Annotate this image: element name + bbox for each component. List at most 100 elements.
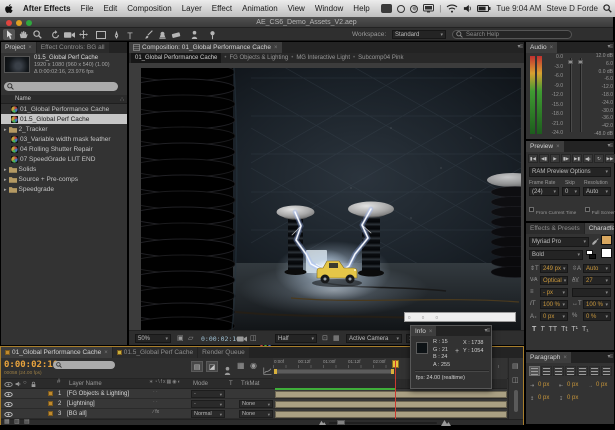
menubar-user[interactable]: Steve D Forde xyxy=(546,4,598,13)
layer-switches[interactable]: · · xyxy=(153,399,158,405)
subscript-button[interactable]: T₁ xyxy=(582,326,589,333)
space-before-value[interactable]: 0 px xyxy=(538,395,549,401)
input-source-icon[interactable] xyxy=(381,4,392,13)
next-frame-button[interactable]: ▮▶ xyxy=(561,154,571,163)
project-row-comp[interactable]: 07 SpeedGrade LUT END xyxy=(1,154,127,164)
tab-paragraph[interactable]: Paragraph xyxy=(526,352,571,363)
magnification-dropdown[interactable]: 50% xyxy=(135,334,171,343)
project-list-header[interactable]: Name ∴ xyxy=(1,95,127,104)
layer-name-header[interactable]: Layer Name xyxy=(69,379,102,389)
layer-name[interactable]: [BG all] xyxy=(67,409,87,419)
tab-project[interactable]: Project xyxy=(1,42,36,53)
stroke-width-dropdown[interactable]: - px xyxy=(540,288,568,297)
horizontal-scale-dropdown[interactable]: 100 % xyxy=(583,300,611,309)
blend-mode-dropdown[interactable]: - xyxy=(191,390,225,398)
viewer-timecode[interactable]: 0:00:02:10 xyxy=(201,335,240,343)
panel-menu-icon[interactable] xyxy=(607,352,612,363)
play-button[interactable]: ▶ xyxy=(550,154,560,163)
zoom-in-mountain-icon[interactable] xyxy=(441,419,451,426)
eye-icon[interactable] xyxy=(4,412,13,417)
viewer-tab[interactable]: Subcomp04 Pink xyxy=(358,55,403,61)
tab-preview[interactable]: Preview xyxy=(526,141,564,152)
previous-frame-button[interactable]: ◀▮ xyxy=(539,154,549,163)
viewer-tab[interactable]: MG Interactive Light xyxy=(296,55,350,61)
font-size-dropdown[interactable]: 249 px xyxy=(540,264,568,273)
justify-last-right-button[interactable] xyxy=(589,366,600,376)
panel-menu-icon[interactable] xyxy=(607,42,612,53)
time-machine-icon[interactable] xyxy=(410,5,418,13)
blend-mode-dropdown[interactable]: - xyxy=(191,400,225,408)
type-tool[interactable]: T xyxy=(124,29,136,40)
work-area-bar[interactable] xyxy=(275,369,393,374)
layer-name[interactable]: [FG Objects & Lighting] xyxy=(67,389,129,399)
frame-rate-dropdown[interactable]: (24) xyxy=(529,187,559,196)
vertical-scale-dropdown[interactable]: 100 % xyxy=(540,300,568,309)
apple-menu-icon[interactable] xyxy=(0,4,18,14)
snapshot-camera-icon[interactable] xyxy=(237,335,247,343)
expander-icon[interactable] xyxy=(4,166,7,173)
tab-timeline-comp1[interactable]: 01_Global Performance Cache xyxy=(1,347,112,358)
work-area-start-handle[interactable] xyxy=(274,369,277,374)
graph-editor-button[interactable] xyxy=(263,362,272,380)
project-flowchart-icon[interactable]: ∴ xyxy=(120,96,124,103)
indent-right-value[interactable]: 0 px xyxy=(567,382,578,388)
comp-button[interactable]: ◫ xyxy=(512,376,519,384)
indent-left-value[interactable]: 0 px xyxy=(538,382,549,388)
tab-composition[interactable]: Composition: 01_Global Performance Cache xyxy=(129,42,282,53)
panel-menu-icon[interactable] xyxy=(517,42,522,53)
composition-viewport-image[interactable] xyxy=(141,68,521,330)
layer-row-3[interactable]: 3 [BG all] ∕ fx Normal None xyxy=(1,409,507,419)
layer-label-color[interactable] xyxy=(48,411,53,416)
audio-toggle-button[interactable] xyxy=(583,154,593,163)
baseline-shift-dropdown[interactable]: 0 px xyxy=(540,312,568,321)
loop-button[interactable]: ↻ xyxy=(594,154,604,163)
layer-switches[interactable]: · · xyxy=(153,389,158,395)
resolution-dropdown[interactable]: Half xyxy=(275,334,317,343)
expander-icon[interactable] xyxy=(4,176,7,183)
menu-effect[interactable]: Effect xyxy=(207,4,237,13)
kerning-dropdown[interactable]: Optical xyxy=(540,276,568,285)
align-center-button[interactable] xyxy=(541,366,552,376)
track-matte-dropdown[interactable]: None xyxy=(239,400,273,408)
menu-view[interactable]: View xyxy=(283,4,310,13)
tab-info[interactable]: Info xyxy=(411,326,436,336)
leading-dropdown[interactable]: Auto xyxy=(583,264,611,273)
project-row-folder[interactable]: 2_Tracker xyxy=(1,124,127,134)
trkmat-header[interactable]: TrkMat xyxy=(241,379,259,389)
shy-layers-button[interactable] xyxy=(223,362,232,380)
space-after-value[interactable]: 0 px xyxy=(567,395,578,401)
audio-level-slider-left[interactable] xyxy=(570,58,571,132)
camera-tool[interactable] xyxy=(63,29,75,40)
stroke-color-none-swatch[interactable] xyxy=(601,248,612,258)
fill-color-swatch[interactable] xyxy=(601,235,612,245)
mode-header[interactable]: Mode xyxy=(193,379,208,389)
workspace-dropdown[interactable]: Standard xyxy=(392,30,446,39)
pan-behind-tool[interactable] xyxy=(77,29,89,40)
project-row-comp[interactable]: 04 Rolling Shutter Repair xyxy=(1,144,127,154)
ram-preview-button[interactable]: ▶▶ xyxy=(605,154,615,163)
expander-icon[interactable] xyxy=(4,126,7,133)
region-of-interest-icon[interactable]: ⊡ xyxy=(322,334,328,342)
menu-layer[interactable]: Layer xyxy=(177,4,207,13)
volume-icon[interactable] xyxy=(463,4,472,13)
menu-after-effects[interactable]: After Effects xyxy=(18,4,76,13)
menu-animation[interactable]: Animation xyxy=(237,4,283,13)
tab-render-queue[interactable]: Render Queue xyxy=(198,347,249,358)
timeline-search-field[interactable] xyxy=(53,361,115,369)
tab-effects-presets[interactable]: Effects & Presets xyxy=(526,223,584,234)
faux-italic-button[interactable]: T xyxy=(540,326,544,333)
viewer-tab-active[interactable]: 01_Global Performance Cache xyxy=(131,53,221,63)
solo-column-icon[interactable]: ○ xyxy=(23,380,27,386)
roto-brush-tool[interactable] xyxy=(188,29,200,40)
info-panel[interactable]: Info R : 15 G : 21 B : 24 A : 255 + X : … xyxy=(410,325,492,389)
wifi-icon[interactable] xyxy=(446,4,458,13)
first-frame-button[interactable]: ▮◀ xyxy=(528,154,538,163)
font-family-dropdown[interactable]: Myriad Pro xyxy=(529,237,589,247)
timeline-zoom-thumb[interactable] xyxy=(337,420,345,425)
font-style-dropdown[interactable]: Bold xyxy=(529,250,583,260)
panel-menu-icon[interactable] xyxy=(607,141,612,152)
stroke-style-dropdown[interactable] xyxy=(572,288,611,297)
project-row-folder[interactable]: Speedgrade xyxy=(1,184,127,194)
zoom-tool[interactable] xyxy=(31,29,43,40)
eyedropper-icon[interactable] xyxy=(592,238,599,245)
